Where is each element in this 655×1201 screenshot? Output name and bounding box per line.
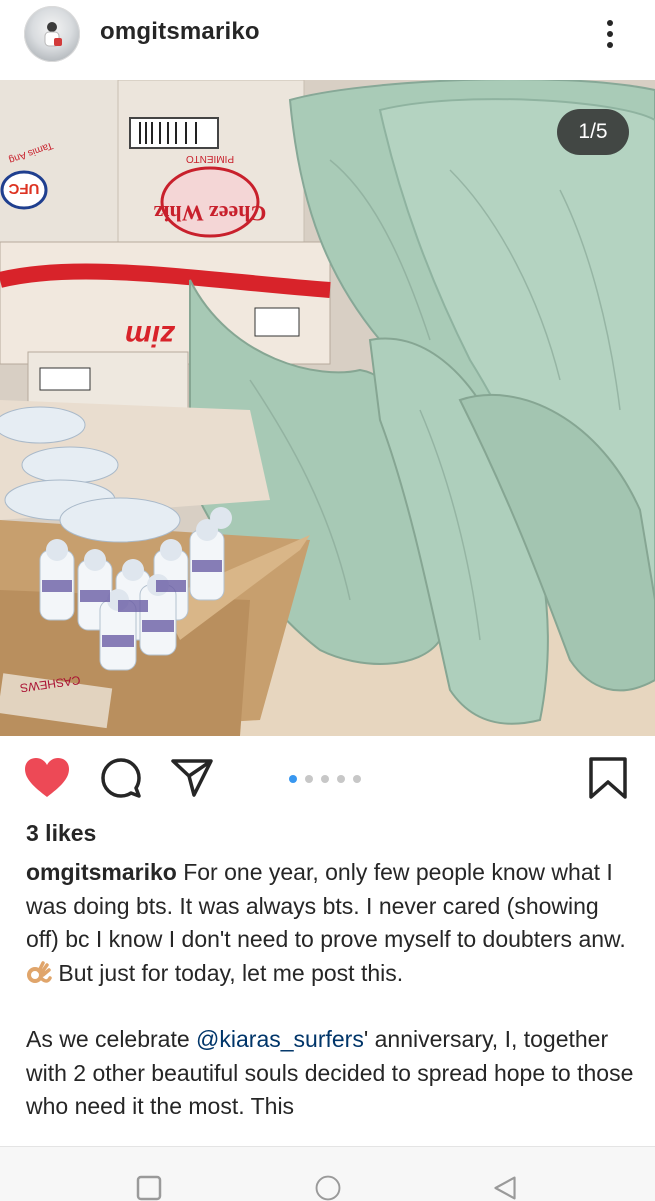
- carousel-dot: [289, 775, 297, 783]
- carousel-indicator: [289, 770, 369, 783]
- post-photo[interactable]: Cheez Whiz PIMIENTO UFC Tamis Ang zim CA…: [0, 80, 655, 736]
- send-icon[interactable]: [170, 758, 214, 798]
- avatar-figure: [44, 22, 62, 47]
- post-caption: omgitsmariko For one year, only few peop…: [26, 856, 636, 1124]
- carousel-dot: [321, 775, 329, 783]
- ok-hand-emoji-icon: [27, 960, 52, 983]
- post-header: omgitsmariko: [0, 0, 655, 80]
- bookmark-icon[interactable]: [588, 756, 628, 800]
- caption-mention-link[interactable]: @kiaras_surfers: [196, 1026, 364, 1052]
- image-counter: 1/5: [557, 109, 629, 155]
- box-ufc-label: UFC: [8, 180, 39, 197]
- comment-icon[interactable]: [100, 757, 142, 799]
- caption-paragraph-2-start: As we celebrate: [26, 1026, 197, 1052]
- circle-icon[interactable]: [311, 1175, 345, 1201]
- system-nav-bar: [0, 1146, 655, 1201]
- box-cheez-label: Cheez Whiz: [153, 201, 266, 226]
- box-cheez-sub-label: PIMIENTO: [186, 153, 234, 164]
- caption-text-continued: But just for today, let me post this.: [52, 959, 404, 986]
- heart-icon[interactable]: [24, 757, 70, 799]
- square-icon[interactable]: [136, 1175, 162, 1201]
- box-zim-label: zim: [125, 319, 176, 352]
- triangle-back-icon[interactable]: [490, 1175, 520, 1201]
- caption-username[interactable]: omgitsmariko: [26, 859, 177, 885]
- donation-goods-photo: Cheez Whiz PIMIENTO UFC Tamis Ang zim CA…: [0, 80, 655, 736]
- likes-count[interactable]: 3 likes: [26, 820, 96, 847]
- carousel-dot: [305, 775, 313, 783]
- carousel-dot: [337, 775, 345, 783]
- carousel-dot: [353, 775, 361, 783]
- post-username[interactable]: omgitsmariko: [100, 18, 260, 46]
- more-vertical-icon[interactable]: [600, 14, 620, 54]
- avatar[interactable]: [24, 6, 80, 62]
